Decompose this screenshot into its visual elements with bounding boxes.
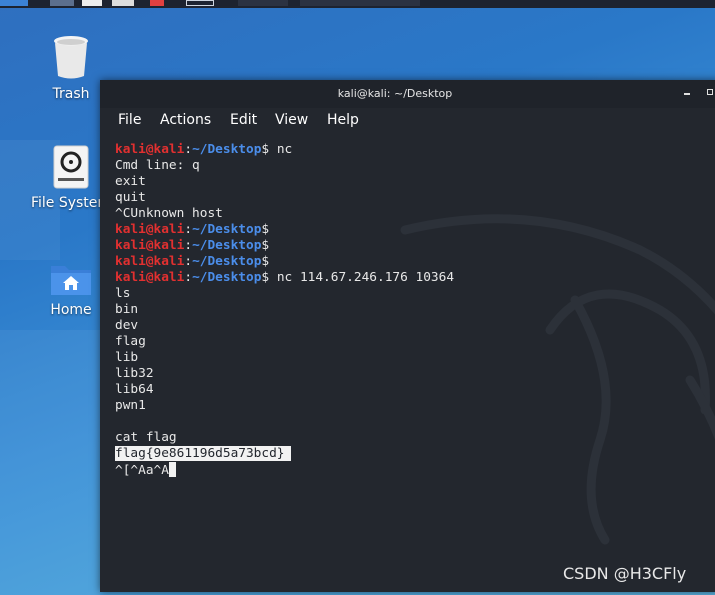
prompt-user: kali@kali <box>115 270 185 285</box>
prompt-user: kali@kali <box>115 254 185 269</box>
prompt-user: kali@kali <box>115 238 185 253</box>
minimize-button[interactable] <box>684 93 690 95</box>
prompt-line: kali@kali:~/Desktop$ <box>115 222 705 238</box>
prompt-line: kali@kali:~/Desktop$ nc 114.67.246.176 1… <box>115 270 705 286</box>
taskbar-item[interactable] <box>0 0 28 6</box>
terminal-window[interactable]: kali@kali: ~/Desktop File Actions Edit V… <box>100 80 715 592</box>
prompt-colon: : <box>184 270 193 285</box>
menu-file[interactable]: File <box>118 112 141 128</box>
output-line: exit <box>115 174 146 189</box>
taskbar-item[interactable] <box>112 0 134 6</box>
prompt-user: kali@kali <box>115 142 185 157</box>
prompt-dollar: $ <box>261 142 270 157</box>
prompt-colon: : <box>184 238 193 253</box>
prompt-colon: : <box>184 222 193 237</box>
taskbar-item[interactable] <box>238 0 288 6</box>
prompt-line: kali@kali:~/Desktop$ nc <box>115 142 705 158</box>
output-line: dev <box>115 318 139 333</box>
output-line: flag{9e861196d5a73bcd} <box>115 446 705 462</box>
command-text: nc 114.67.246.176 10364 <box>269 270 455 285</box>
menu-actions[interactable]: Actions <box>160 112 211 128</box>
output-line: Cmd line: q <box>115 158 200 173</box>
prompt-dollar: $ <box>261 238 270 253</box>
taskbar-item[interactable] <box>300 0 420 6</box>
window-title: kali@kali: ~/Desktop <box>337 87 453 100</box>
taskbar-item[interactable] <box>186 0 214 6</box>
input-line: ^[^Aa^A <box>115 462 705 478</box>
maximize-button[interactable] <box>707 89 713 95</box>
csdn-watermark: CSDN @H3CFly <box>563 564 687 583</box>
output-line: lib64 <box>115 382 154 397</box>
prompt-line: kali@kali:~/Desktop$ <box>115 238 705 254</box>
prompt-dollar: $ <box>261 222 270 237</box>
output-line: lib <box>115 350 139 365</box>
output-line: bin <box>115 302 139 317</box>
menu-edit[interactable]: Edit <box>230 112 257 128</box>
taskbar-item[interactable] <box>150 0 164 6</box>
output-line: pwn1 <box>115 398 146 413</box>
output-line: lib32 <box>115 366 154 381</box>
prompt-dollar: $ <box>261 254 270 269</box>
prompt-dollar: $ <box>261 270 270 285</box>
menu-view[interactable]: View <box>275 112 308 128</box>
prompt-line: kali@kali:~/Desktop$ <box>115 254 705 270</box>
prompt-path: ~/Desktop <box>192 254 262 269</box>
drive-icon <box>53 145 89 189</box>
home-folder-icon <box>51 266 91 295</box>
terminal-output[interactable]: kali@kali:~/Desktop$ nc Cmd line: q exit qu… <box>115 142 705 478</box>
taskbar-item[interactable] <box>50 0 74 6</box>
desktop-facet <box>0 330 100 595</box>
title-bar[interactable]: kali@kali: ~/Desktop <box>100 80 715 108</box>
prompt-path: ~/Desktop <box>192 270 262 285</box>
output-line: flag <box>115 334 146 349</box>
output-line: ^CUnknown host <box>115 206 223 221</box>
taskbar-item[interactable] <box>82 0 102 6</box>
selected-flag-text[interactable]: flag{9e861196d5a73bcd} <box>115 446 291 461</box>
prompt-colon: : <box>184 254 193 269</box>
trash-icon <box>54 36 88 79</box>
prompt-colon: : <box>184 142 193 157</box>
output-line: quit <box>115 190 146 205</box>
output-line: cat flag <box>115 430 177 445</box>
prompt-path: ~/Desktop <box>192 238 262 253</box>
prompt-user: kali@kali <box>115 222 185 237</box>
prompt-path: ~/Desktop <box>192 222 262 237</box>
command-text: nc <box>269 142 293 157</box>
desktop: Trash File System Home kali@kali: ~/Desk… <box>0 0 715 595</box>
prompt-path: ~/Desktop <box>192 142 262 157</box>
top-panel <box>0 0 715 8</box>
menu-bar: File Actions Edit View Help <box>100 108 715 136</box>
text-cursor <box>168 462 176 477</box>
output-line: ls <box>115 286 131 301</box>
typed-text: ^[^Aa^A <box>115 463 169 478</box>
menu-help[interactable]: Help <box>327 112 359 128</box>
